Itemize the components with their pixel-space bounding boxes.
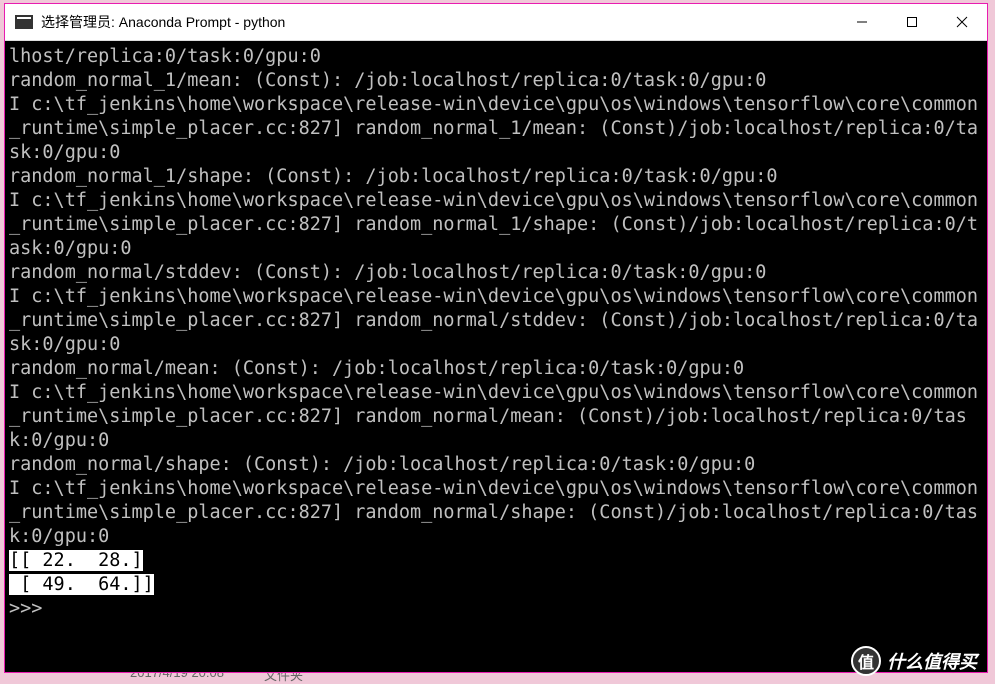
python-prompt: >>> [9, 598, 54, 619]
window-controls [837, 4, 987, 40]
maximize-button[interactable] [887, 4, 937, 40]
watermark-badge-icon: 值 [851, 646, 881, 676]
watermark-text: 什么值得买 [887, 648, 977, 674]
titlebar[interactable]: 选择管理员: Anaconda Prompt - python [5, 4, 987, 41]
result-output: [[ 22. 28.] [ 49. 64.]] [9, 550, 154, 595]
terminal-line: I c:\tf_jenkins\home\workspace\release-w… [9, 94, 978, 163]
terminal-output[interactable]: lhost/replica:0/task:0/gpu:0 random_norm… [5, 41, 987, 672]
terminal-line: random_normal/mean: (Const): /job:localh… [9, 358, 744, 379]
close-button[interactable] [937, 4, 987, 40]
terminal-line: random_normal/shape: (Const): /job:local… [9, 454, 755, 475]
terminal-line: I c:\tf_jenkins\home\workspace\release-w… [9, 286, 978, 355]
minimize-button[interactable] [837, 4, 887, 40]
app-icon [15, 15, 33, 29]
terminal-line: random_normal_1/shape: (Const): /job:loc… [9, 166, 778, 187]
terminal-line: random_normal_1/mean: (Const): /job:loca… [9, 70, 766, 91]
terminal-line: lhost/replica:0/task:0/gpu:0 [9, 46, 321, 67]
terminal-window: 选择管理员: Anaconda Prompt - python lhost/re… [4, 3, 988, 673]
terminal-line: I c:\tf_jenkins\home\workspace\release-w… [9, 382, 978, 451]
terminal-line: I c:\tf_jenkins\home\workspace\release-w… [9, 478, 978, 547]
terminal-line: random_normal/stddev: (Const): /job:loca… [9, 262, 766, 283]
terminal-line: I c:\tf_jenkins\home\workspace\release-w… [9, 190, 978, 259]
window-title: 选择管理员: Anaconda Prompt - python [41, 12, 837, 32]
watermark: 值 什么值得买 [851, 646, 977, 676]
